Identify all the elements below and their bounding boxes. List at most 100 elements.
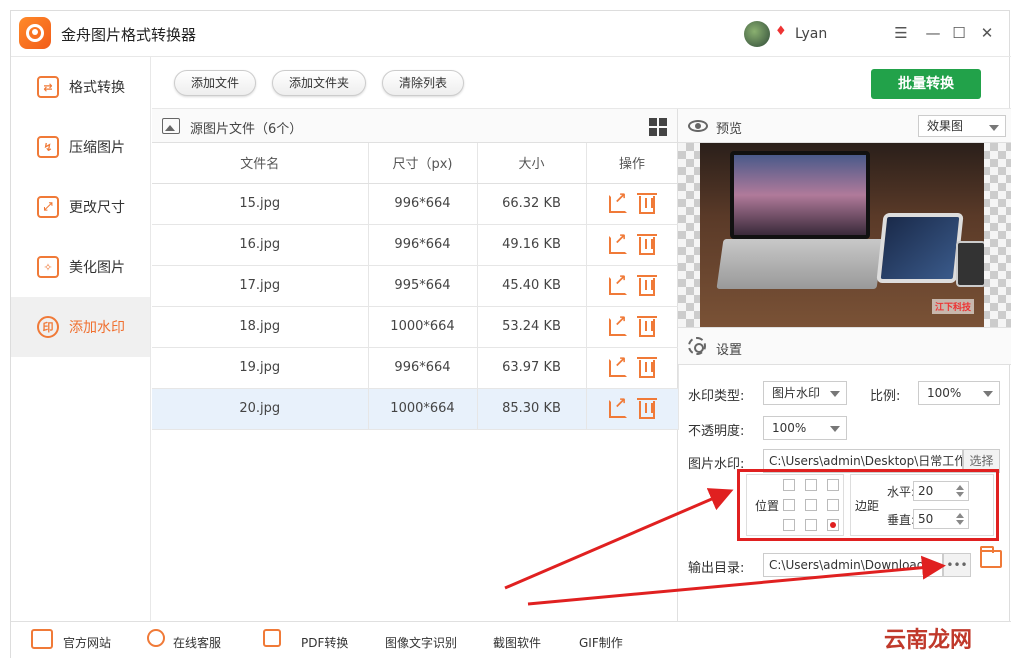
position-margin-highlight: 位置 边距 水平: 20 垂直: 50: [737, 469, 999, 541]
footer-gif[interactable]: GIF制作: [579, 634, 623, 651]
stepper-down-icon[interactable]: [956, 492, 964, 497]
table-row[interactable]: 15.jpg 996*664 66.32 KB: [152, 183, 679, 225]
footer-screenshot[interactable]: 截图软件: [493, 634, 541, 651]
position-cell[interactable]: [783, 479, 795, 491]
opacity-select[interactable]: 100%: [763, 416, 847, 440]
delete-icon[interactable]: [637, 357, 657, 378]
horizontal-stepper[interactable]: 20: [913, 481, 969, 501]
delete-icon[interactable]: [637, 193, 657, 214]
image-watermark-label: 图片水印:: [688, 457, 745, 472]
footer-pdf-convert[interactable]: PDF转换: [301, 634, 348, 651]
delete-icon[interactable]: [637, 275, 657, 296]
preview-mode-select[interactable]: 效果图: [918, 115, 1006, 137]
chevron-down-icon: [830, 426, 840, 432]
clear-list-button[interactable]: 清除列表: [382, 70, 465, 96]
user-name[interactable]: Lyan: [795, 26, 827, 42]
position-cell[interactable]: [805, 479, 817, 491]
sidebar-item-label: 添加水印: [69, 320, 125, 336]
stepper-up-icon[interactable]: [956, 485, 964, 490]
open-external-icon[interactable]: [609, 312, 627, 336]
delete-icon[interactable]: [637, 316, 657, 337]
preview-title: 预览: [716, 122, 743, 137]
open-external-icon[interactable]: [609, 189, 627, 213]
open-external-icon[interactable]: [609, 271, 627, 295]
file-panel-title: 源图片文件（6个）: [190, 122, 303, 137]
sidebar-item-format-convert[interactable]: ⇄ 格式转换: [11, 57, 150, 117]
phone: [956, 241, 984, 287]
watermark-icon: 印: [37, 316, 59, 338]
grid-view-icon[interactable]: [649, 118, 667, 136]
position-cell[interactable]: [827, 479, 839, 491]
open-external-icon[interactable]: [609, 230, 627, 254]
add-folder-button[interactable]: 添加文件夹: [272, 70, 367, 96]
margin-box: 边距 水平: 20 垂直: 50: [850, 474, 994, 536]
file-dimensions: 1000*664: [368, 306, 478, 348]
table-row[interactable]: 19.jpg 996*664 63.97 KB: [152, 347, 679, 389]
position-cell[interactable]: [827, 499, 839, 511]
stepper-up-icon[interactable]: [956, 513, 964, 518]
delete-icon[interactable]: [637, 234, 657, 255]
footer-online-support[interactable]: 在线客服: [173, 634, 221, 651]
more-button[interactable]: •••: [943, 553, 971, 577]
ratio-select[interactable]: 100%: [918, 381, 1000, 405]
sidebar-item-watermark[interactable]: 印 添加水印: [11, 297, 150, 357]
table-row[interactable]: 16.jpg 996*664 49.16 KB: [152, 224, 679, 266]
output-dir-path[interactable]: C:\Users\admin\Downloads: [763, 553, 943, 577]
watermark-type-value: 图片水印: [772, 386, 821, 400]
open-external-icon[interactable]: [609, 394, 627, 418]
file-panel: 源图片文件（6个） 文件名 尺寸（px) 大小 操作 15.jpg 996*66…: [152, 109, 679, 621]
maximize-button[interactable]: ☐: [949, 23, 969, 43]
sidebar-item-beautify[interactable]: ✧ 美化图片: [11, 237, 150, 297]
column-header-filename: 文件名: [152, 143, 369, 184]
row-actions: [586, 183, 679, 225]
position-grid: [783, 479, 839, 531]
ratio-label: 比例:: [870, 389, 901, 404]
delete-icon[interactable]: [637, 398, 657, 419]
minimize-button[interactable]: —: [923, 23, 943, 43]
add-file-button[interactable]: 添加文件: [174, 70, 257, 96]
position-cell-selected[interactable]: [827, 519, 839, 531]
file-name: 18.jpg: [152, 306, 369, 348]
preview-header: 预览 效果图: [678, 109, 1011, 143]
row-actions: [586, 347, 679, 389]
position-label: 位置: [755, 499, 780, 513]
table-row[interactable]: 18.jpg 1000*664 53.24 KB: [152, 306, 679, 348]
table-row[interactable]: 17.jpg 995*664 45.40 KB: [152, 265, 679, 307]
chevron-down-icon: [983, 391, 993, 397]
app-logo-icon: [19, 17, 51, 49]
batch-convert-button[interactable]: 批量转换: [871, 69, 981, 99]
folder-icon[interactable]: [980, 546, 1002, 568]
user-avatar[interactable]: [744, 21, 770, 47]
position-cell[interactable]: [805, 519, 817, 531]
open-external-icon[interactable]: [609, 353, 627, 377]
right-panel: 预览 效果图 江下科技 设置 水印类型: 图片水印 比例: 100% 不透明度:…: [678, 109, 1011, 621]
file-table: 文件名 尺寸（px) 大小 操作 15.jpg 996*664 66.32 KB: [152, 143, 679, 430]
position-cell[interactable]: [805, 499, 817, 511]
monitor-icon: [31, 629, 53, 649]
title-bar: 金舟图片格式转换器 ♦ Lyan ☰ — ☐ ✕: [11, 11, 1011, 57]
footer-ocr[interactable]: 图像文字识别: [385, 634, 457, 651]
chevron-down-icon: [989, 125, 999, 131]
sidebar-item-compress[interactable]: ↯ 压缩图片: [11, 117, 150, 177]
file-name: 19.jpg: [152, 347, 369, 389]
file-name: 17.jpg: [152, 265, 369, 307]
vertical-stepper[interactable]: 50: [913, 509, 969, 529]
footer-official-site[interactable]: 官方网站: [63, 634, 111, 651]
position-cell[interactable]: [783, 499, 795, 511]
menu-icon[interactable]: ☰: [891, 23, 911, 43]
close-button[interactable]: ✕: [977, 23, 997, 43]
beautify-icon: ✧: [37, 256, 59, 278]
sidebar-item-resize[interactable]: ⤢ 更改尺寸: [11, 177, 150, 237]
file-panel-header: 源图片文件（6个）: [152, 109, 677, 143]
stepper-down-icon[interactable]: [956, 520, 964, 525]
position-cell[interactable]: [783, 519, 795, 531]
preview-canvas: 江下科技: [678, 143, 1011, 327]
toolbar: 添加文件 添加文件夹 清除列表 批量转换: [152, 57, 1011, 109]
table-row[interactable]: 20.jpg 1000*664 85.30 KB: [152, 388, 679, 430]
watermark-type-select[interactable]: 图片水印: [763, 381, 847, 405]
sidebar-item-label: 压缩图片: [69, 140, 125, 156]
file-dimensions: 996*664: [368, 183, 478, 225]
sidebar-item-label: 格式转换: [69, 80, 125, 96]
margin-label: 边距: [855, 499, 880, 513]
opacity-value: 100%: [772, 421, 807, 435]
